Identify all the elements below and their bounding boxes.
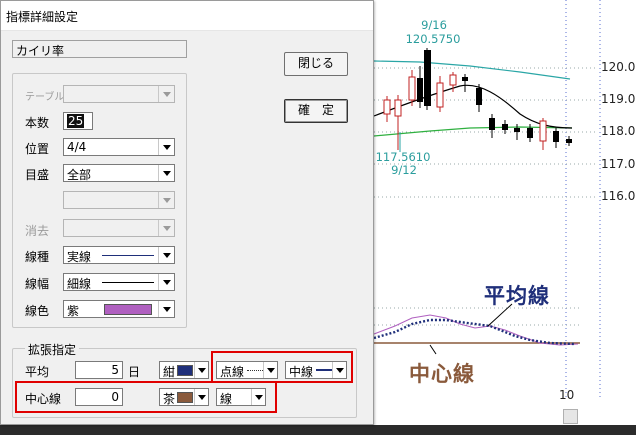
purple-color-swatch — [104, 304, 152, 315]
price-label: 119.0 — [601, 92, 636, 106]
line-type-value: 実線 — [67, 250, 92, 264]
candle — [476, 88, 482, 105]
chevron-down-icon[interactable] — [194, 362, 208, 378]
chevron-down-icon[interactable] — [158, 301, 174, 317]
candle — [539, 120, 547, 142]
candle — [408, 76, 416, 101]
highlight-average-line-options — [211, 351, 353, 383]
line-type-label: 線種 — [25, 250, 50, 264]
candle — [566, 139, 572, 143]
average-color-select[interactable]: 紺 — [159, 361, 209, 379]
dialog-title: 指標詳細設定 — [6, 10, 79, 24]
x-axis-tick: 10 — [559, 388, 575, 402]
position-label: 位置 — [25, 142, 50, 156]
thin-line-sample — [102, 282, 154, 283]
position-value: 4/4 — [67, 140, 87, 154]
position-select[interactable]: 4/4 — [63, 138, 175, 156]
average-color-name: 紺 — [163, 365, 176, 379]
chevron-down-icon[interactable] — [158, 139, 174, 155]
close-button[interactable]: 閉じる — [284, 52, 348, 76]
candle — [502, 124, 508, 130]
candle — [424, 50, 431, 106]
center-pointer — [429, 344, 437, 355]
price-label: 118.0 — [601, 124, 636, 138]
table-select — [63, 85, 175, 103]
line-width-label: 線幅 — [25, 277, 50, 291]
low-value-label: 117.5610 — [375, 150, 431, 164]
average-period-input[interactable]: 5 — [75, 361, 123, 379]
candle — [417, 78, 423, 102]
chevron-down-icon[interactable] — [158, 247, 174, 263]
oscillator-grid — [374, 307, 580, 326]
candle — [394, 99, 402, 117]
erase-select — [63, 219, 175, 237]
indicator-settings-dialog: 指標詳細設定 カイリ率 閉じる 確 定 テーブル 本数 25 位置 4/4 目盛… — [0, 0, 374, 425]
highlight-center-line-row — [15, 381, 277, 413]
count-label: 本数 — [25, 116, 50, 130]
low-date-label: 9/12 — [391, 163, 417, 177]
taskbar-strip — [0, 425, 636, 435]
center-line-callout: 中心線 — [409, 362, 475, 386]
average-unit-label: 日 — [128, 365, 141, 379]
scale-select[interactable]: 全部 — [63, 164, 175, 182]
line-width-value: 細線 — [67, 277, 92, 291]
long-moving-average — [373, 60, 571, 80]
extended-group-title: 拡張指定 — [25, 341, 80, 358]
average-label: 平均 — [25, 365, 50, 379]
erase-label: 消去 — [25, 224, 50, 238]
table-label: テーブル — [25, 92, 65, 103]
line-color-value: 紫 — [67, 304, 80, 318]
candle — [514, 128, 520, 132]
chevron-down-icon[interactable] — [158, 274, 174, 290]
candle — [553, 131, 559, 142]
candle — [449, 74, 457, 86]
indicator-name-field: カイリ率 — [12, 40, 187, 58]
count-value: 25 — [67, 114, 85, 128]
chevron-down-icon[interactable] — [158, 165, 174, 181]
kairi-line — [373, 314, 579, 346]
scale-sub-select — [63, 191, 175, 209]
dialog-titlebar[interactable]: 指標詳細設定 — [1, 1, 373, 31]
price-label: 120.0 — [601, 60, 636, 74]
count-input[interactable]: 25 — [63, 112, 93, 130]
chevron-down-icon — [158, 220, 174, 236]
average-line-callout: 平均線 — [484, 284, 550, 308]
candle — [527, 128, 533, 138]
candle — [383, 99, 391, 115]
navy-color-swatch — [177, 365, 193, 376]
chevron-down-icon — [158, 86, 174, 102]
line-color-label: 線色 — [25, 304, 50, 318]
line-color-select[interactable]: 紫 — [63, 300, 175, 318]
chevron-down-icon — [158, 192, 174, 208]
candle — [489, 118, 495, 130]
scale-label: 目盛 — [25, 168, 50, 182]
candles — [383, 48, 572, 150]
average-line — [373, 318, 576, 346]
price-label: 117.0 — [601, 157, 636, 171]
line-width-select[interactable]: 細線 — [63, 273, 175, 291]
line-type-select[interactable]: 実線 — [63, 246, 175, 264]
high-value-label: 120.5750 — [405, 32, 461, 46]
candle — [462, 77, 468, 81]
price-label: 116.0 — [601, 189, 636, 203]
horizontal-scrollbar-thumb[interactable] — [563, 409, 578, 424]
scale-value: 全部 — [67, 168, 92, 182]
confirm-button[interactable]: 確 定 — [284, 99, 348, 123]
high-date-label: 9/16 — [421, 18, 447, 32]
solid-line-sample — [102, 255, 154, 256]
candle — [436, 82, 444, 108]
